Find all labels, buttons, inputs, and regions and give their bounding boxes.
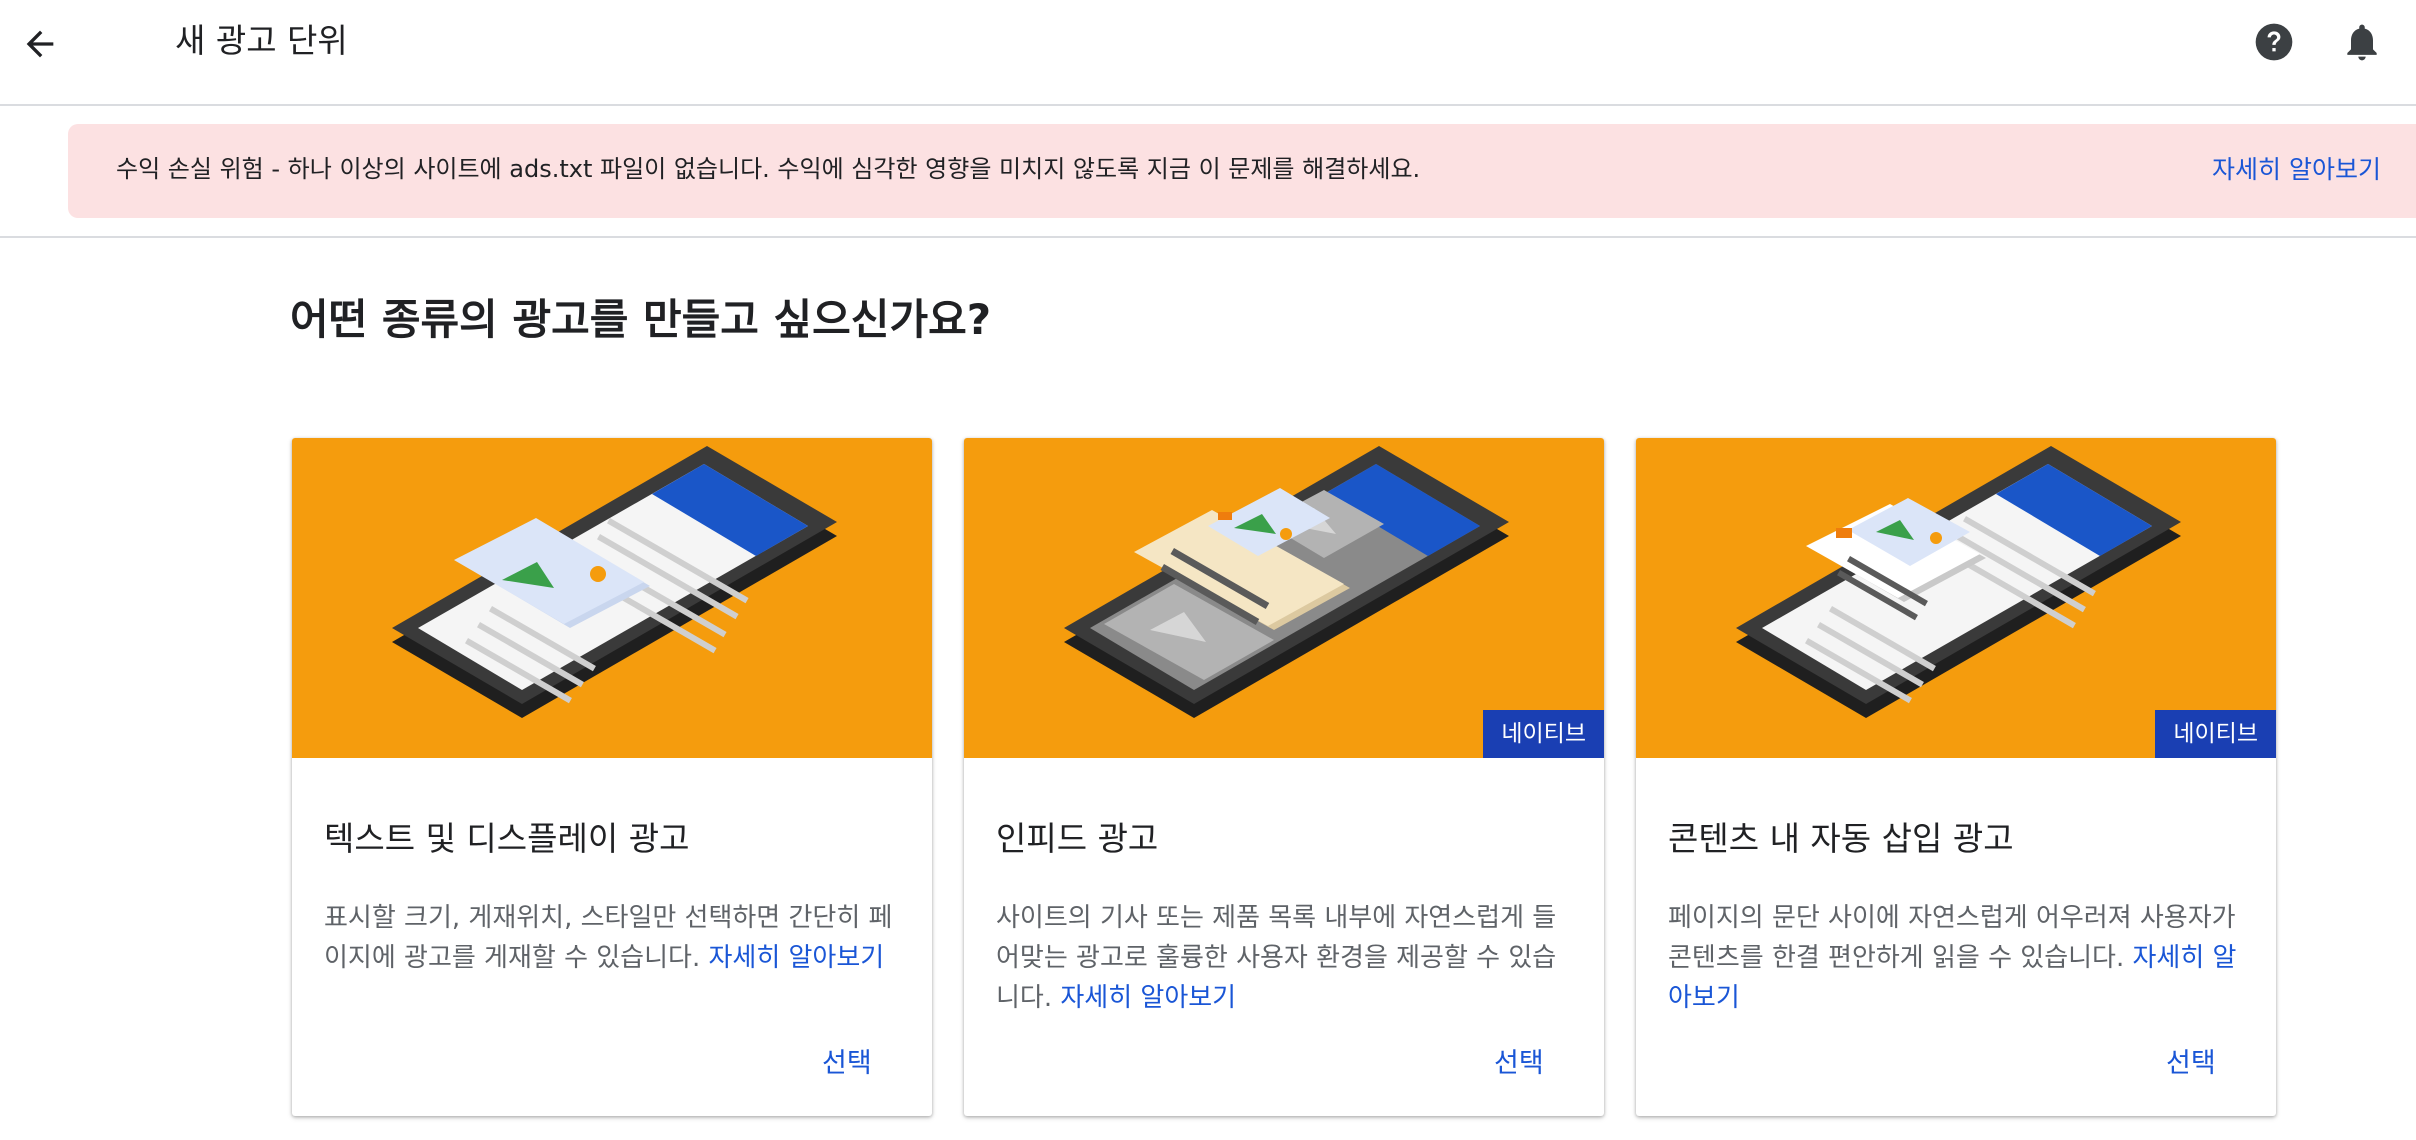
help-circle-icon bbox=[2255, 23, 2293, 61]
help-button[interactable] bbox=[2252, 20, 2296, 64]
arrow-left-icon bbox=[26, 30, 54, 58]
alert-message: 수익 손실 위험 - 하나 이상의 사이트에 ads.txt 파일이 없습니다.… bbox=[116, 155, 1421, 183]
alert-section: 수익 손실 위험 - 하나 이상의 사이트에 ads.txt 파일이 없습니다.… bbox=[0, 108, 2416, 238]
page-title: 새 광고 단위 bbox=[175, 21, 348, 60]
phone-in-article-ad-illustration: 네이티브 bbox=[1636, 438, 2276, 758]
alert-learn-more-link[interactable]: 자세히 알아보기 bbox=[2212, 152, 2381, 188]
card-description: 사이트의 기사 또는 제품 목록 내부에 자연스럽게 들어맞는 광고로 훌륭한 … bbox=[996, 903, 1557, 1013]
card-learn-more-link[interactable]: 자세히 알아보기 bbox=[708, 943, 884, 973]
card-in-feed-ads: 네이티브 인피드 광고 사이트의 기사 또는 제품 목록 내부에 자연스럽게 들… bbox=[964, 438, 1604, 1116]
card-display-ads: 텍스트 및 디스플레이 광고 표시할 크기, 게재위치, 스타일만 선택하면 간… bbox=[292, 438, 932, 1116]
card-description: 페이지의 문단 사이에 자연스럽게 어우러져 사용자가 콘텐츠를 한결 편안하게… bbox=[1668, 903, 2237, 1013]
card-in-article-ads: 네이티브 콘텐츠 내 자동 삽입 광고 페이지의 문단 사이에 자연스럽게 어우… bbox=[1636, 438, 2276, 1116]
card-title: 텍스트 및 디스플레이 광고 bbox=[324, 819, 690, 858]
card-title: 콘텐츠 내 자동 삽입 광고 bbox=[1668, 819, 2014, 858]
top-app-bar: 새 광고 단위 bbox=[0, 0, 2416, 106]
select-in-article-ads-button[interactable]: 선택 bbox=[2166, 1044, 2216, 1084]
card-description: 표시할 크기, 게재위치, 스타일만 선택하면 간단히 페이지에 광고를 게재할… bbox=[324, 903, 893, 973]
card-title: 인피드 광고 bbox=[996, 819, 1159, 858]
phone-in-feed-ad-illustration: 네이티브 bbox=[964, 438, 1604, 758]
select-display-ads-button[interactable]: 선택 bbox=[822, 1044, 872, 1084]
native-badge: 네이티브 bbox=[1483, 710, 1604, 758]
bell-icon bbox=[2347, 24, 2377, 61]
phone-display-ad-illustration bbox=[292, 438, 932, 758]
back-button[interactable] bbox=[14, 18, 66, 70]
ads-txt-warning-banner: 수익 손실 위험 - 하나 이상의 사이트에 ads.txt 파일이 없습니다.… bbox=[68, 124, 2416, 218]
notifications-button[interactable] bbox=[2340, 20, 2384, 64]
select-in-feed-ads-button[interactable]: 선택 bbox=[1494, 1044, 1544, 1084]
card-learn-more-link[interactable]: 자세히 알아보기 bbox=[1060, 983, 1236, 1013]
native-badge: 네이티브 bbox=[2155, 710, 2276, 758]
ad-type-question: 어떤 종류의 광고를 만들고 싶으신가요? bbox=[290, 295, 992, 344]
